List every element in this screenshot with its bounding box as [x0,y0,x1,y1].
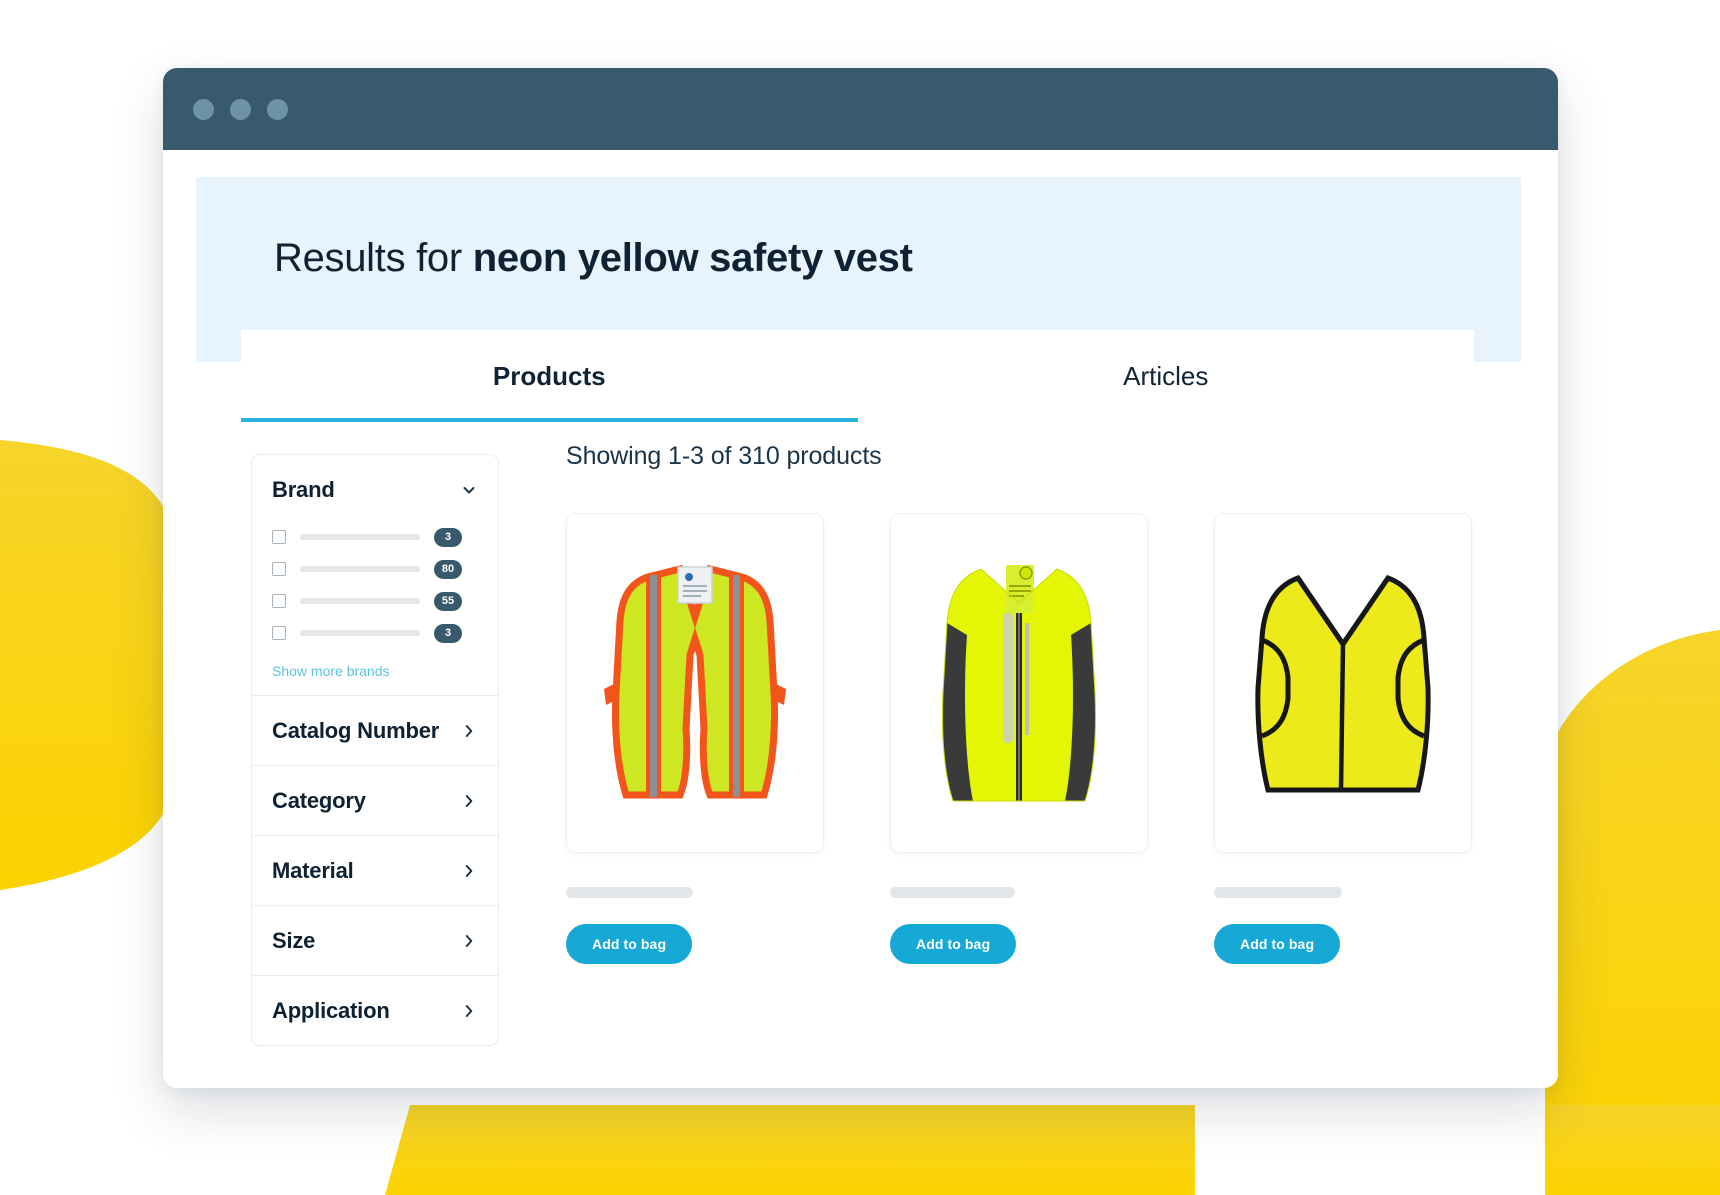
filter-group-size-label: Size [272,927,316,953]
filter-group-catalog-number[interactable]: Catalog Number [252,695,498,765]
filter-group-material-label: Material [272,857,354,883]
brand-checkbox[interactable] [272,594,286,608]
product-card[interactable]: Add to bag [566,513,824,964]
tab-products[interactable]: Products [241,330,858,422]
brand-option-row[interactable]: 55 [272,585,478,617]
filter-group-material[interactable]: Material [252,835,498,905]
brand-checkbox[interactable] [272,530,286,544]
filter-group-brand-label: Brand [272,477,335,502]
filter-group-category-label: Category [272,787,366,813]
decor-shape-bottom-left [385,1105,1195,1195]
window-close-dot[interactable] [193,98,214,120]
brand-option-row[interactable]: 3 [272,617,478,649]
brand-checkbox[interactable] [272,626,286,640]
brand-count-badge: 3 [434,623,462,643]
filter-group-brand-header[interactable]: Brand [272,477,478,503]
chevron-down-icon[interactable] [460,481,478,499]
product-image-mesh-vest[interactable] [566,513,824,853]
product-image-zip-vest[interactable] [890,513,1148,853]
product-title-placeholder [890,887,1015,898]
product-image-yellow-vest[interactable] [1214,513,1472,853]
page-title-prefix: Results for [274,236,473,280]
screenshot-root: Results for neon yellow safety vest Prod… [0,0,1720,1195]
brand-option-row[interactable]: 3 [272,521,478,553]
browser-content: Results for neon yellow safety vest Prod… [163,150,1558,1088]
tab-articles-label: Articles [1123,360,1209,391]
results-count-text: Showing 1-3 of 310 products [566,442,882,470]
brand-count-badge: 3 [434,527,462,547]
page-title: Results for neon yellow safety vest [274,236,913,281]
page-title-query: neon yellow safety vest [472,236,913,280]
product-card[interactable]: Add to bag [1214,513,1472,964]
brand-checkbox[interactable] [272,562,286,576]
filter-group-application[interactable]: Application [252,975,498,1045]
chevron-right-icon[interactable] [460,792,478,810]
product-results: Showing 1-3 of 310 products Add to bag A… [499,422,1518,1088]
add-to-bag-button[interactable]: Add to bag [890,924,1017,964]
browser-titlebar [163,68,1558,150]
brand-label-placeholder [300,630,420,636]
filter-group-catalog-number-label: Catalog Number [272,717,440,743]
window-minimize-dot[interactable] [230,98,251,120]
decor-shape-bottom-right [1550,1105,1720,1195]
product-grid: Add to bag Add to bag Add to bag [566,513,1518,964]
results-tabs: Products Articles [241,330,1474,422]
brand-label-placeholder [300,598,420,604]
filter-group-size[interactable]: Size [252,905,498,975]
add-to-bag-button[interactable]: Add to bag [1214,924,1341,964]
chevron-right-icon[interactable] [460,932,478,950]
product-title-placeholder [1214,887,1342,898]
window-maximize-dot[interactable] [267,98,288,120]
product-title-placeholder [566,887,693,898]
chevron-right-icon[interactable] [460,1002,478,1020]
add-to-bag-button[interactable]: Add to bag [566,924,693,964]
brand-option-row[interactable]: 80 [272,553,478,585]
brand-label-placeholder [300,566,420,572]
tab-articles[interactable]: Articles [858,330,1475,422]
brand-count-badge: 80 [434,559,462,579]
brand-label-placeholder [300,534,420,540]
product-card[interactable]: Add to bag [890,513,1148,964]
show-more-brands-link[interactable]: Show more brands [272,663,478,679]
brand-options-list: 3 80 55 3 [272,521,478,649]
browser-window: Results for neon yellow safety vest Prod… [163,68,1558,1088]
brand-count-badge: 55 [434,591,462,611]
chevron-right-icon[interactable] [460,722,478,740]
decor-shape-left [0,440,170,890]
filter-group-application-label: Application [272,997,390,1023]
chevron-right-icon[interactable] [460,862,478,880]
tab-products-label: Products [492,360,606,391]
filters-sidebar: Brand 3 80 55 3 Show more brands Catalog… [251,454,499,1046]
filter-group-brand: Brand 3 80 55 3 Show more brands [252,455,498,695]
filter-group-category[interactable]: Category [252,765,498,835]
results-content: Brand 3 80 55 3 Show more brands Catalog… [163,422,1558,1088]
